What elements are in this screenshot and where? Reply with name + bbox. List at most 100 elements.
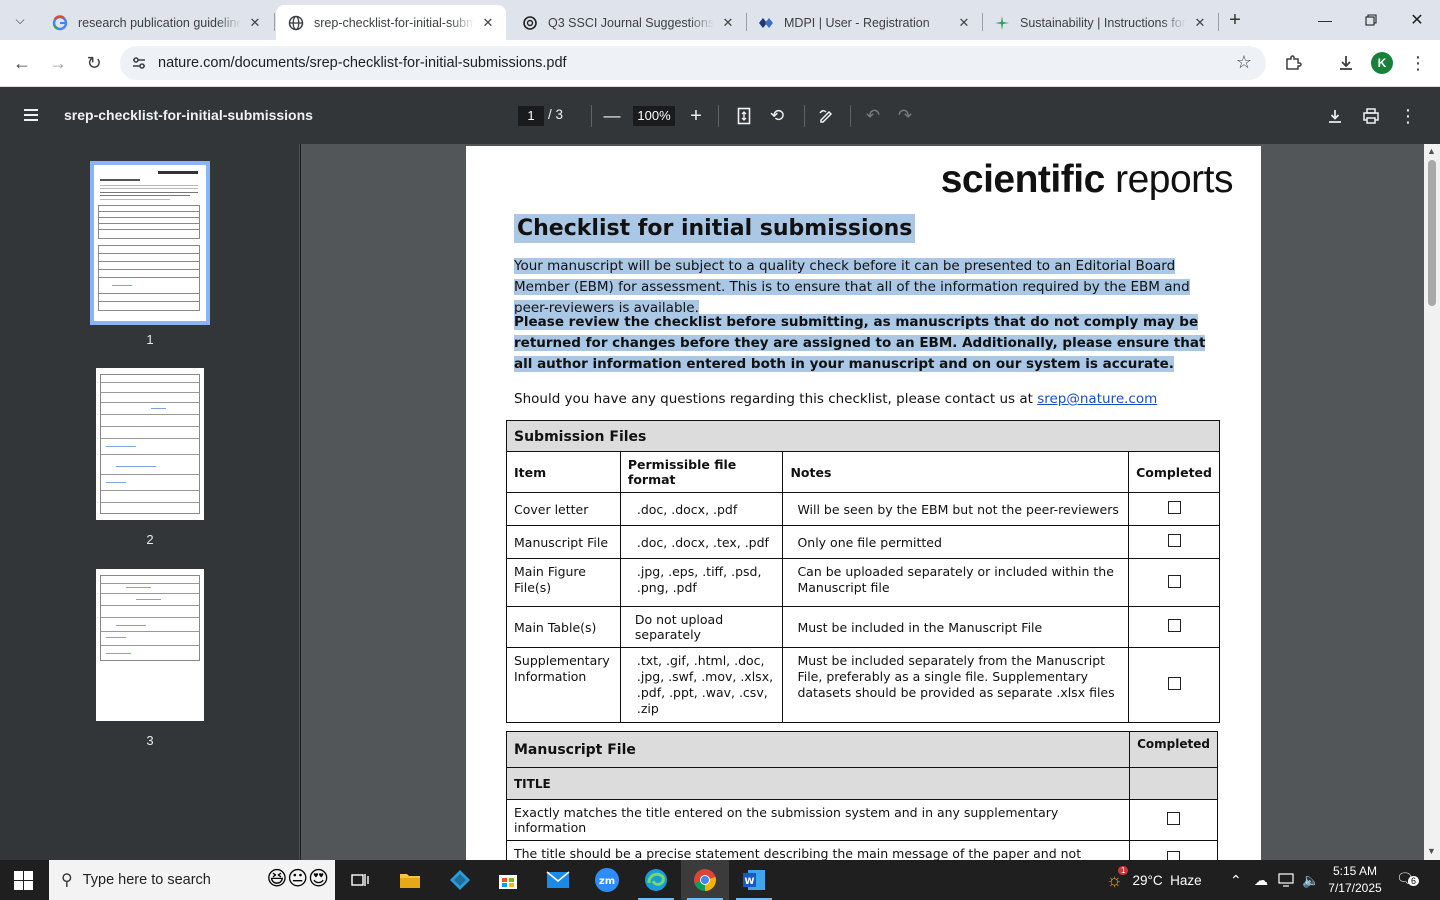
contact-email-link[interactable]: srep@nature.com bbox=[1037, 391, 1157, 407]
subsection-title: TITLE bbox=[505, 767, 1131, 800]
completed-checkbox[interactable] bbox=[1167, 851, 1181, 860]
weather-widget[interactable]: ☼ 1 29°C Haze bbox=[1106, 860, 1202, 900]
taskbar-clock[interactable]: 5:15 AM 7/17/2025 bbox=[1322, 863, 1388, 897]
completed-checkbox[interactable] bbox=[1167, 812, 1181, 825]
show-hidden-icons-button[interactable]: ⌃ bbox=[1230, 860, 1242, 900]
row-format: Do not upload separately bbox=[619, 606, 784, 648]
pdf-more-button[interactable]: ⋮ bbox=[1397, 105, 1419, 127]
completed-checkbox[interactable] bbox=[1167, 501, 1181, 514]
print-button[interactable] bbox=[1360, 105, 1382, 127]
completed-cell bbox=[1128, 525, 1220, 559]
thumbnail-page-2[interactable] bbox=[96, 368, 204, 520]
fit-page-button[interactable] bbox=[733, 105, 755, 127]
rotate-button[interactable]: ⟲ bbox=[766, 105, 788, 127]
pdf-viewer[interactable]: scientific reports Checklist for initial… bbox=[301, 144, 1424, 860]
pen-icon bbox=[819, 110, 833, 123]
completed-checkbox[interactable] bbox=[1167, 677, 1181, 690]
scroll-down-icon[interactable]: ▼ bbox=[1427, 846, 1436, 856]
volume-tray[interactable]: 🔈 bbox=[1302, 860, 1319, 900]
pdf-download-button[interactable] bbox=[1324, 105, 1346, 127]
close-window-button[interactable]: ✕ bbox=[1394, 0, 1440, 40]
start-button[interactable] bbox=[14, 871, 33, 890]
page-number-input[interactable]: 1 bbox=[518, 106, 544, 126]
completed-checkbox[interactable] bbox=[1167, 574, 1181, 588]
speaker-icon: 🔈 bbox=[1302, 871, 1320, 888]
empty-cell bbox=[1129, 767, 1218, 800]
tab-strip: ⌵ research publication guidelines ✕ srep… bbox=[0, 0, 1440, 40]
new-tab-button[interactable]: + bbox=[1223, 8, 1247, 32]
downloads-button[interactable] bbox=[1333, 50, 1359, 76]
annotate-button[interactable] bbox=[816, 105, 838, 127]
undo-button[interactable]: ↶ bbox=[862, 105, 884, 127]
column-header: Completed bbox=[1128, 451, 1220, 493]
tab-divider bbox=[274, 13, 275, 31]
sidebar-menu-button[interactable] bbox=[22, 106, 40, 124]
browser-menu-button[interactable]: ⋮ bbox=[1405, 50, 1431, 76]
tab-search-button[interactable]: ⌵ bbox=[8, 8, 32, 32]
back-button[interactable]: ← bbox=[9, 50, 35, 76]
bookmark-star-icon[interactable]: ☆ bbox=[1236, 52, 1252, 73]
app-diamond[interactable] bbox=[436, 860, 484, 900]
taskbar-search-box[interactable]: ⚲ Type here to search 😆😐😍 bbox=[49, 860, 335, 900]
completed-checkbox[interactable] bbox=[1167, 619, 1181, 632]
redo-button[interactable]: ↷ bbox=[894, 105, 916, 127]
profile-avatar[interactable]: K bbox=[1371, 52, 1393, 74]
extensions-button[interactable] bbox=[1280, 50, 1306, 76]
print-icon bbox=[1363, 108, 1379, 124]
viewer-scrollbar[interactable]: ▲ ▼ bbox=[1424, 144, 1440, 860]
close-icon[interactable]: ✕ bbox=[1192, 15, 1208, 31]
tab-title: MDPI | User - Registration bbox=[784, 15, 930, 30]
notification-center-button[interactable]: 🗨 6 bbox=[1396, 870, 1420, 890]
tab-srep-checklist[interactable]: srep-checklist-for-initial-submissions ✕ bbox=[276, 5, 506, 40]
zoom-out-button[interactable]: — bbox=[601, 105, 623, 127]
restore-button[interactable] bbox=[1348, 0, 1394, 40]
thumbnail-page-1[interactable] bbox=[90, 161, 210, 325]
toolbar-divider bbox=[850, 105, 851, 127]
close-icon[interactable]: ✕ bbox=[720, 15, 736, 31]
thumbnail-page-3[interactable] bbox=[96, 569, 204, 721]
tab-research-guidelines[interactable]: research publication guidelines ✕ bbox=[40, 5, 273, 40]
zoom-input[interactable]: 100% bbox=[633, 106, 675, 126]
row-item: Supplementary Information bbox=[506, 647, 621, 723]
file-explorer-app[interactable] bbox=[386, 860, 434, 900]
pdf-toolbar: srep-checklist-for-initial-submissions 1… bbox=[0, 87, 1440, 144]
word-app[interactable]: W bbox=[730, 860, 778, 900]
submission-files-table: Submission Files Item Permissible file f… bbox=[506, 420, 1220, 723]
warning-paragraph: Please review the checklist before submi… bbox=[514, 312, 1219, 375]
completed-cell bbox=[1128, 558, 1220, 607]
tab-mdpi-registration[interactable]: MDPI | User - Registration ✕ bbox=[746, 5, 982, 40]
word-icon: W bbox=[743, 870, 765, 890]
close-icon[interactable]: ✕ bbox=[247, 15, 263, 31]
scrollbar-thumb[interactable] bbox=[1428, 160, 1436, 306]
row-text: The title should be a precise statement … bbox=[505, 840, 1131, 860]
site-info-icon[interactable] bbox=[124, 55, 154, 71]
close-icon[interactable]: ✕ bbox=[480, 15, 496, 31]
weather-haze-icon: ☼ 1 bbox=[1106, 865, 1129, 891]
mail-app[interactable] bbox=[534, 860, 582, 900]
edge-app[interactable] bbox=[632, 860, 680, 900]
completed-checkbox[interactable] bbox=[1167, 534, 1181, 547]
tab-sustainability-instructions[interactable]: Sustainability | Instructions for Author… bbox=[982, 5, 1218, 40]
zoom-in-button[interactable]: + bbox=[685, 105, 707, 127]
scroll-up-icon[interactable]: ▲ bbox=[1427, 146, 1436, 156]
task-view-button[interactable] bbox=[336, 860, 384, 900]
address-bar[interactable]: nature.com/documents/srep-checklist-for-… bbox=[120, 46, 1266, 80]
reload-button[interactable]: ↻ bbox=[81, 50, 107, 76]
column-header: Completed bbox=[1129, 731, 1218, 768]
onedrive-tray[interactable]: ☁ bbox=[1254, 860, 1268, 900]
forward-button[interactable]: → bbox=[45, 50, 71, 76]
network-icon bbox=[1278, 873, 1294, 887]
microsoft-store-app[interactable] bbox=[484, 860, 532, 900]
tab-ssci-suggestions[interactable]: Q3 SSCI Journal Suggestions ✕ bbox=[510, 5, 746, 40]
close-icon[interactable]: ✕ bbox=[956, 15, 972, 31]
puzzle-icon bbox=[1286, 55, 1302, 70]
tab-divider bbox=[1218, 13, 1219, 31]
minimize-button[interactable]: — bbox=[1302, 0, 1348, 40]
completed-cell bbox=[1128, 492, 1220, 526]
edge-icon bbox=[645, 869, 667, 891]
zoom-app[interactable]: zm bbox=[583, 860, 631, 900]
chrome-app[interactable] bbox=[681, 860, 729, 900]
rotate-icon: ⟲ bbox=[769, 106, 785, 125]
toolbar-divider bbox=[804, 105, 805, 127]
network-tray[interactable] bbox=[1278, 860, 1294, 900]
